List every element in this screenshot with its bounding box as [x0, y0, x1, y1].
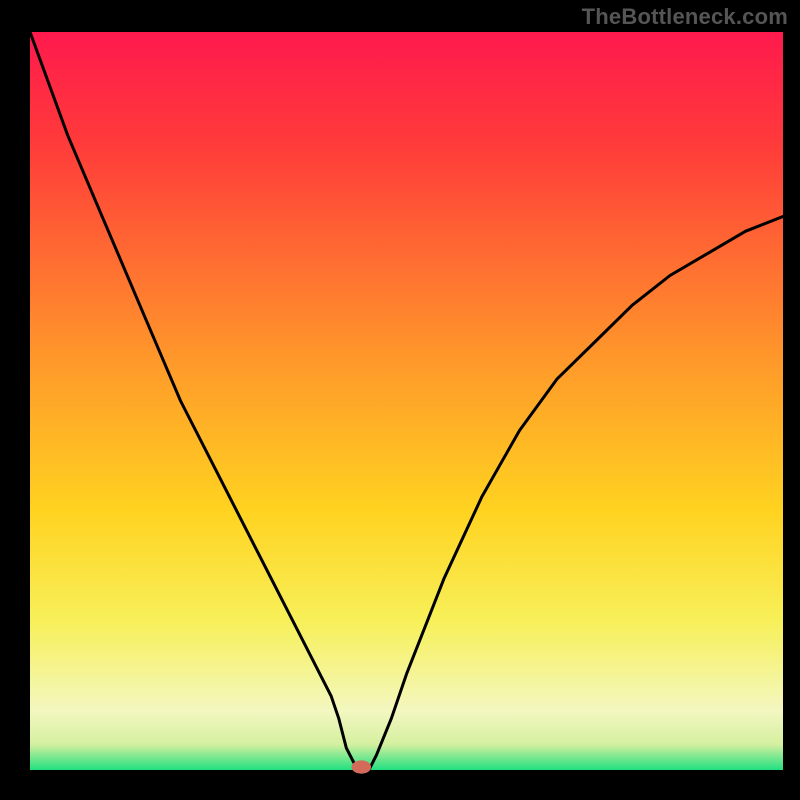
watermark-text: TheBottleneck.com [582, 4, 788, 30]
chart-stage: TheBottleneck.com [0, 0, 800, 800]
bottleneck-chart [0, 0, 800, 800]
optimal-marker [352, 760, 372, 773]
plot-background [30, 32, 783, 770]
